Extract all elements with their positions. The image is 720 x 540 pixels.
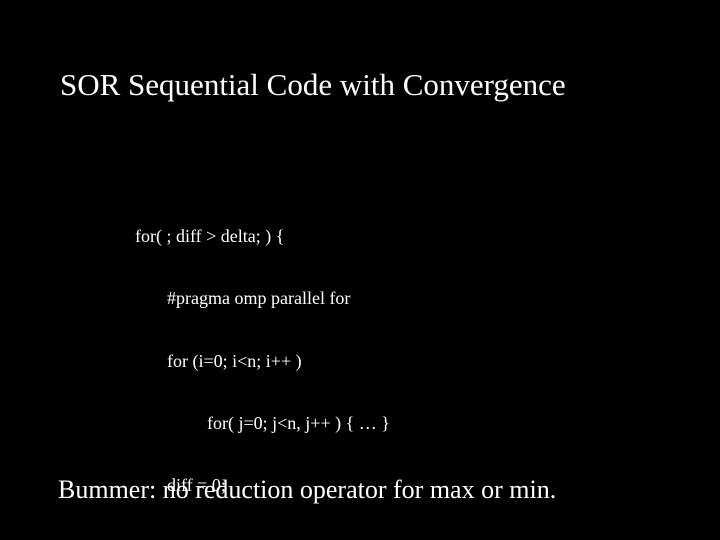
- code-line: for (i=0; i<n; i++ ): [135, 351, 540, 372]
- footer-note: Bummer: no reduction operator for max or…: [58, 475, 680, 505]
- code-line: #pragma omp parallel for: [135, 288, 540, 309]
- slide-title: SOR Sequential Code with Convergence: [60, 68, 690, 102]
- code-line: for( j=0; j<n, j++ ) { … }: [135, 413, 540, 434]
- slide: SOR Sequential Code with Convergence for…: [0, 0, 720, 540]
- code-line: for( ; diff > delta; ) {: [135, 226, 540, 247]
